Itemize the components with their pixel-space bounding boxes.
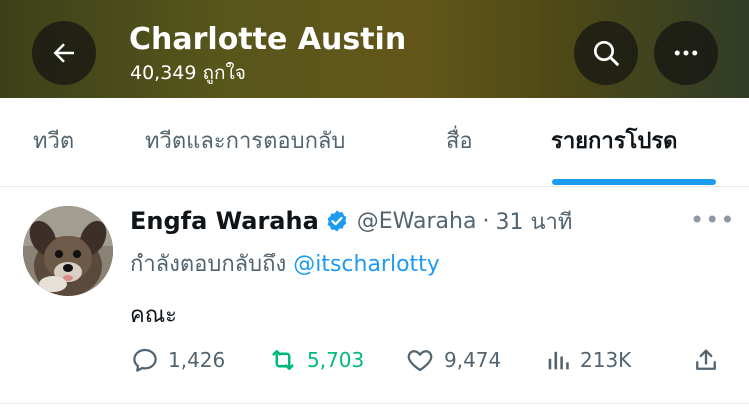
arrow-left-icon: [53, 43, 74, 63]
reply-icon: [133, 348, 157, 372]
search-icon: [594, 41, 619, 66]
reply-button[interactable]: 1,426: [130, 340, 225, 380]
back-button[interactable]: [32, 21, 96, 85]
replying-to-line: กำลังตอบกลับถึง @itscharlotty: [130, 246, 440, 281]
more-button[interactable]: [654, 21, 718, 85]
retweet-count: 5,703: [307, 348, 365, 372]
profile-name: Charlotte Austin: [129, 22, 407, 57]
reply-count: 1,426: [168, 348, 226, 372]
more-horizontal-icon: [674, 50, 698, 56]
likes-count: 40,349 ถูกใจ: [130, 62, 246, 84]
tweet-header: Engfa Waraha @EWaraha · 31 นาที: [130, 203, 572, 239]
views-button[interactable]: 213K: [544, 340, 631, 380]
views-chart-icon: [548, 351, 569, 370]
retweet-icon: [272, 350, 294, 370]
tweet-time[interactable]: 31 นาที: [495, 204, 572, 239]
share-icon: [696, 349, 716, 370]
author-handle[interactable]: @EWaraha: [357, 209, 477, 234]
replying-mention-link[interactable]: @itscharlotty: [293, 252, 440, 277]
profile-tabs: ทวีต ทวีตและการตอบกลับ สื่อ รายการโปรด: [0, 98, 749, 187]
share-button[interactable]: [692, 340, 728, 380]
tweet-text: คณะ: [130, 303, 177, 328]
tweet-actions: 1,426 5,703 9,474 213K: [130, 340, 730, 380]
active-tab-indicator: [552, 179, 716, 185]
replying-prefix: กำลังตอบกลับถึง: [130, 252, 287, 277]
like-button[interactable]: 9,474: [404, 340, 501, 380]
dog-avatar-image: [23, 206, 113, 296]
verified-badge-icon: [325, 209, 349, 233]
tab-likes[interactable]: รายการโปรด: [551, 98, 677, 186]
view-count: 213K: [580, 348, 632, 372]
avatar[interactable]: [23, 206, 113, 296]
retweet-button[interactable]: 5,703: [267, 340, 364, 380]
tweet-more-icon[interactable]: •••: [690, 206, 735, 234]
tweet-divider: [0, 403, 749, 404]
tab-tweets[interactable]: ทวีต: [33, 98, 74, 186]
heart-icon: [407, 350, 433, 372]
like-count: 9,474: [444, 348, 502, 372]
separator-dot: ·: [482, 208, 490, 234]
search-button[interactable]: [574, 21, 638, 85]
author-name[interactable]: Engfa Waraha: [130, 207, 319, 235]
profile-header-banner: Charlotte Austin 40,349 ถูกใจ: [0, 0, 749, 98]
tab-media[interactable]: สื่อ: [446, 98, 473, 186]
tab-tweets-and-replies[interactable]: ทวีตและการตอบกลับ: [145, 98, 345, 186]
